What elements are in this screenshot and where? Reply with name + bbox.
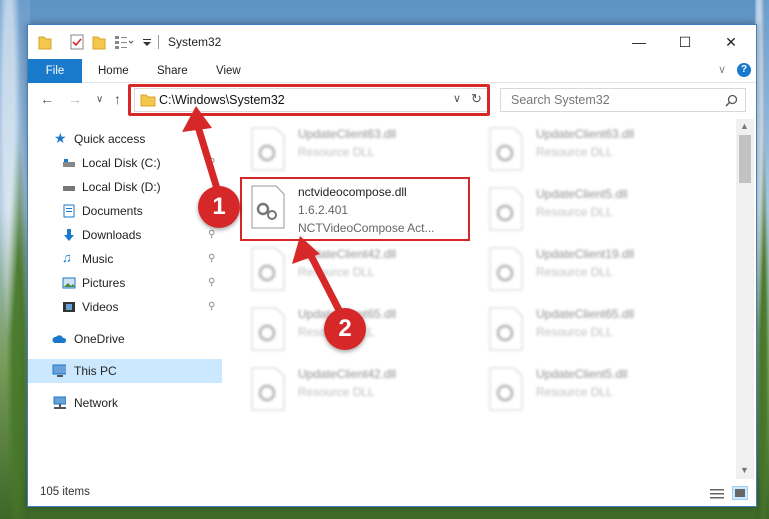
step-1-badge: 1 [198,186,240,228]
arrow-head-1 [182,106,212,132]
tutorial-arrows [182,106,344,316]
arrow-to-address-bar [192,116,222,196]
arrow-to-file [304,246,344,316]
step-2-badge: 2 [324,308,366,350]
